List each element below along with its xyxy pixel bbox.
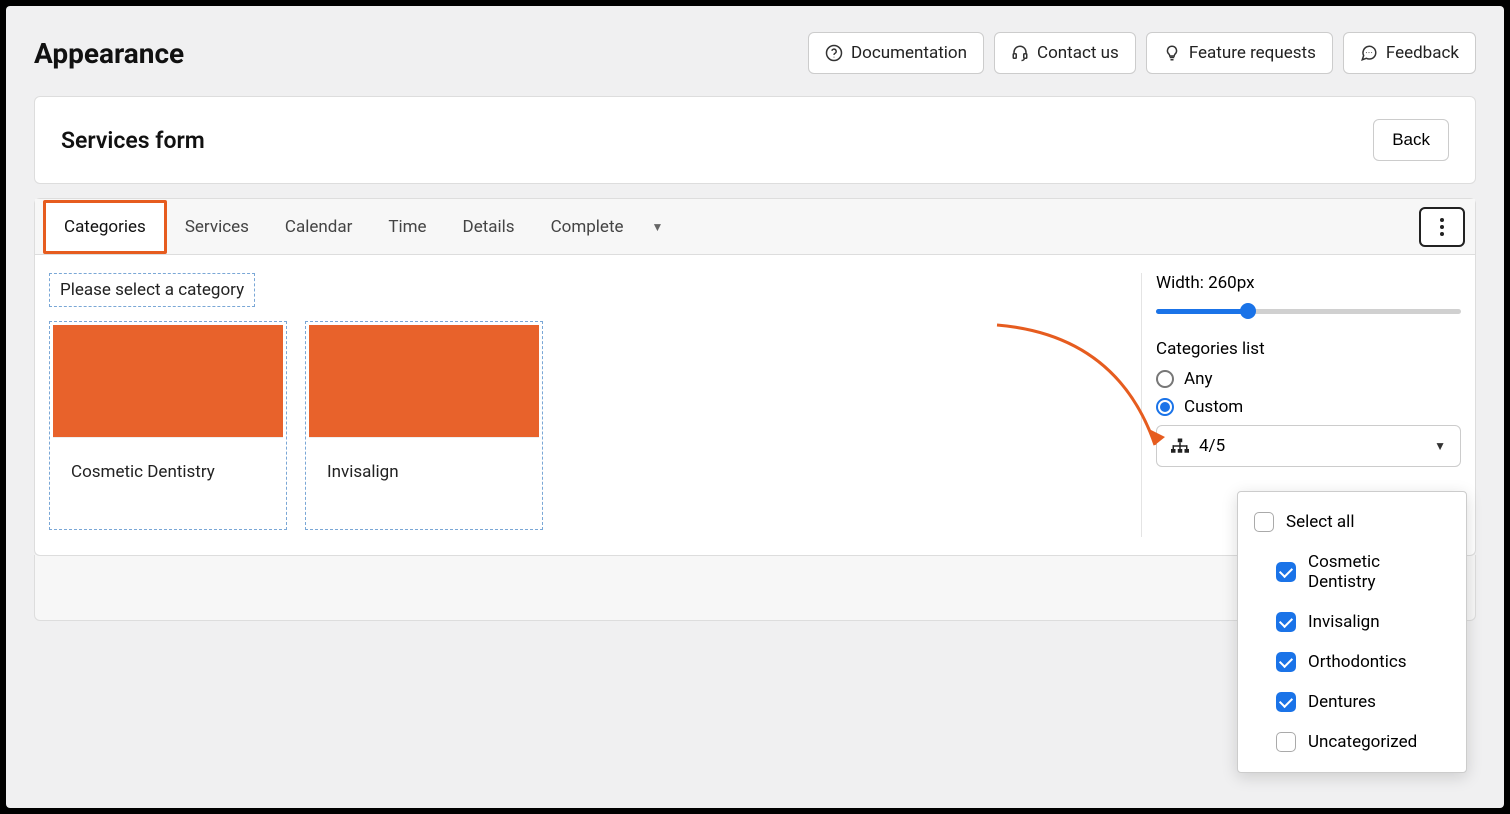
dropdown-label: Orthodontics bbox=[1308, 652, 1407, 672]
categories-dropdown: Select all Cosmetic Dentistry Invisalign… bbox=[1237, 491, 1467, 773]
tab-complete[interactable]: Complete bbox=[533, 203, 642, 251]
feedback-label: Feedback bbox=[1386, 43, 1459, 63]
categories-list-label: Categories list bbox=[1156, 339, 1461, 359]
radio-custom[interactable]: Custom bbox=[1156, 397, 1461, 417]
more-actions-button[interactable] bbox=[1419, 207, 1465, 247]
dropdown-option-dentures[interactable]: Dentures bbox=[1238, 682, 1466, 722]
categories-select[interactable]: 4/5 ▼ bbox=[1156, 425, 1461, 467]
width-label: Width: 260px bbox=[1156, 273, 1461, 293]
page-title: Appearance bbox=[34, 37, 184, 70]
dropdown-label: Select all bbox=[1286, 512, 1354, 532]
tab-details[interactable]: Details bbox=[445, 203, 533, 251]
tab-time[interactable]: Time bbox=[370, 203, 444, 251]
slider-thumb[interactable] bbox=[1240, 303, 1256, 319]
settings-sidebar: Width: 260px Categories list Any Custom bbox=[1141, 273, 1461, 537]
dropdown-label: Invisalign bbox=[1308, 612, 1380, 632]
checkbox-icon bbox=[1276, 692, 1296, 712]
radio-any[interactable]: Any bbox=[1156, 369, 1461, 389]
dropdown-select-all[interactable]: Select all bbox=[1238, 502, 1466, 542]
preview-area: Please select a category Cosmetic Dentis… bbox=[49, 273, 1141, 537]
form-header-card: Services form Back bbox=[34, 96, 1476, 184]
help-circle-icon bbox=[825, 44, 843, 62]
feature-label: Feature requests bbox=[1189, 43, 1316, 63]
documentation-label: Documentation bbox=[851, 43, 967, 63]
tab-categories[interactable]: Categories bbox=[43, 200, 167, 254]
top-links: Documentation Contact us Feature request… bbox=[808, 32, 1476, 74]
chat-icon bbox=[1360, 44, 1378, 62]
sitemap-icon bbox=[1171, 438, 1189, 454]
width-slider[interactable] bbox=[1156, 301, 1461, 321]
tab-calendar[interactable]: Calendar bbox=[267, 203, 370, 251]
dropdown-label: Cosmetic Dentistry bbox=[1308, 552, 1450, 592]
dropdown-option-orthodontics[interactable]: Orthodontics bbox=[1238, 642, 1466, 682]
category-card-label: Cosmetic Dentistry bbox=[53, 437, 283, 526]
contact-label: Contact us bbox=[1037, 43, 1119, 63]
radio-any-label: Any bbox=[1184, 369, 1213, 389]
form-title: Services form bbox=[61, 127, 205, 154]
radio-icon bbox=[1156, 398, 1174, 416]
lightbulb-icon bbox=[1163, 44, 1181, 62]
radio-custom-label: Custom bbox=[1184, 397, 1243, 417]
tab-services[interactable]: Services bbox=[167, 203, 267, 251]
vertical-dots-icon bbox=[1440, 218, 1444, 236]
tabs-overflow-caret[interactable]: ▼ bbox=[642, 220, 674, 234]
tabs-row: Categories Services Calendar Time Detail… bbox=[35, 199, 1475, 255]
dropdown-option-cosmetic-dentistry[interactable]: Cosmetic Dentistry bbox=[1238, 542, 1466, 602]
documentation-link[interactable]: Documentation bbox=[808, 32, 984, 74]
checkbox-icon bbox=[1276, 612, 1296, 632]
category-card-invisalign[interactable]: Invisalign bbox=[305, 321, 543, 530]
checkbox-icon bbox=[1276, 732, 1296, 752]
dropdown-label: Uncategorized bbox=[1308, 732, 1417, 752]
back-button[interactable]: Back bbox=[1373, 119, 1449, 161]
checkbox-icon bbox=[1276, 562, 1296, 582]
checkbox-icon bbox=[1254, 512, 1274, 532]
category-card-cosmetic-dentistry[interactable]: Cosmetic Dentistry bbox=[49, 321, 287, 530]
headset-icon bbox=[1011, 44, 1029, 62]
category-image-placeholder bbox=[53, 325, 283, 437]
feedback-link[interactable]: Feedback bbox=[1343, 32, 1476, 74]
dropdown-option-invisalign[interactable]: Invisalign bbox=[1238, 602, 1466, 642]
tabs-panel: Categories Services Calendar Time Detail… bbox=[34, 198, 1476, 556]
dropdown-option-uncategorized[interactable]: Uncategorized bbox=[1238, 722, 1466, 762]
contact-link[interactable]: Contact us bbox=[994, 32, 1136, 74]
feature-requests-link[interactable]: Feature requests bbox=[1146, 32, 1333, 74]
category-image-placeholder bbox=[309, 325, 539, 437]
dropdown-label: Dentures bbox=[1308, 692, 1376, 712]
category-prompt: Please select a category bbox=[49, 273, 255, 307]
select-value: 4/5 bbox=[1199, 436, 1225, 456]
checkbox-icon bbox=[1276, 652, 1296, 672]
chevron-down-icon: ▼ bbox=[1434, 439, 1446, 453]
category-card-label: Invisalign bbox=[309, 437, 539, 526]
radio-icon bbox=[1156, 370, 1174, 388]
